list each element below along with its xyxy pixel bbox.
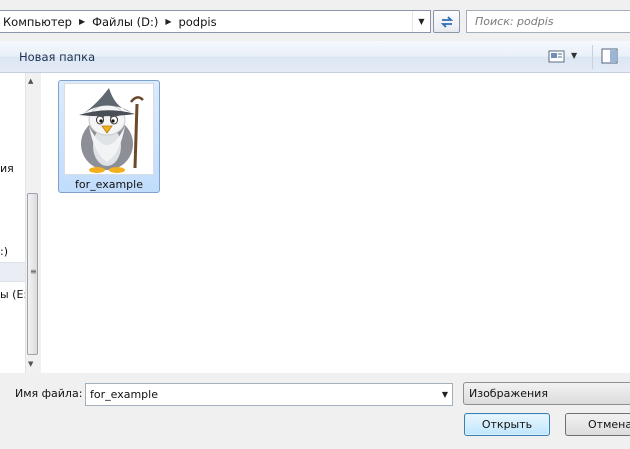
change-view-icon[interactable] (548, 50, 565, 63)
cancel-button[interactable]: Отмена (565, 413, 630, 436)
file-item[interactable]: for_example (58, 80, 160, 193)
navigation-pane: ия :) ы (E:) ▲ ≡ ▼ (0, 73, 39, 373)
breadcrumb-arrow-icon[interactable]: ▶ (161, 17, 175, 26)
file-list: for_example (41, 73, 630, 373)
filename-label: Имя файла: (15, 387, 83, 400)
nav-item-selected[interactable] (0, 262, 26, 282)
nav-item-label[interactable]: :) (0, 245, 8, 258)
breadcrumb-arrow-icon[interactable]: ▶ (75, 17, 89, 26)
nav-scrollbar[interactable]: ▲ ≡ ▼ (25, 73, 39, 373)
refresh-icon (440, 15, 453, 28)
breadcrumb-computer[interactable]: Компьютер (0, 15, 75, 29)
filetype-select[interactable]: Изображения (463, 382, 630, 405)
filename-field[interactable]: for_example ▼ (85, 383, 453, 406)
filename-dropdown-icon[interactable]: ▼ (442, 390, 448, 399)
open-button[interactable]: Открыть (464, 413, 550, 436)
scrollbar-thumb[interactable]: ≡ (27, 193, 38, 355)
new-folder-button[interactable]: Новая папка (19, 50, 95, 64)
command-toolbar: Новая папка ▼ (0, 41, 630, 73)
view-options-dropdown-icon[interactable]: ▼ (571, 51, 577, 60)
file-name: for_example (75, 178, 143, 191)
address-bar[interactable]: Компьютер ▶ Файлы (D:) ▶ podpis ▼ (0, 10, 431, 33)
grip-icon: ≡ (30, 267, 37, 276)
scroll-up-icon[interactable]: ▲ (28, 77, 33, 85)
search-placeholder: Поиск: podpis (475, 15, 554, 28)
gandalf-penguin-icon (64, 83, 154, 175)
toolbar-divider (592, 45, 593, 69)
preview-pane-icon[interactable] (601, 48, 618, 64)
breadcrumb-drive-d[interactable]: Файлы (D:) (89, 15, 161, 29)
breadcrumb-podpis[interactable]: podpis (175, 15, 219, 29)
refresh-button[interactable] (433, 10, 460, 33)
nav-item-label[interactable]: ия (0, 162, 14, 175)
filetype-value: Изображения (469, 387, 548, 400)
address-history-dropdown[interactable]: ▼ (412, 11, 430, 32)
scroll-down-icon[interactable]: ▼ (28, 360, 33, 368)
search-input[interactable]: Поиск: podpis (466, 10, 630, 33)
breadcrumb: Компьютер ▶ Файлы (D:) ▶ podpis (0, 11, 220, 32)
filename-value: for_example (90, 388, 158, 401)
